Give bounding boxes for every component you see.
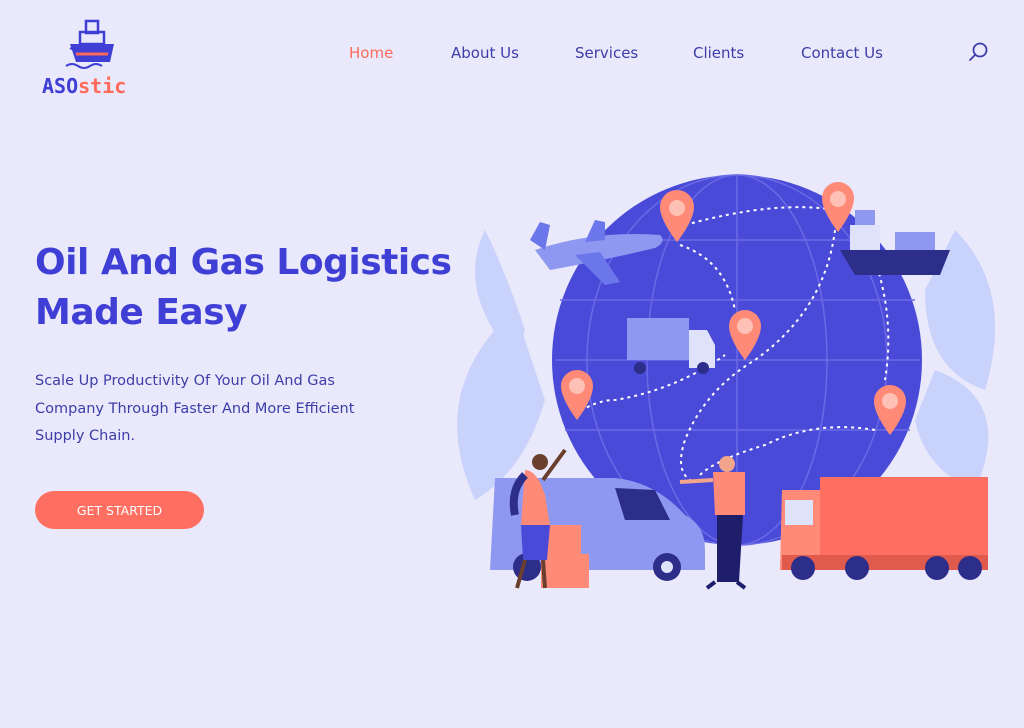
box-2 (541, 554, 589, 588)
get-started-button[interactable]: GET STARTED (35, 491, 204, 529)
logistics-illustration (457, 174, 995, 590)
nav-item-services[interactable]: Services (575, 44, 638, 62)
hero-subtitle-line3: Supply Chain. (35, 428, 136, 444)
leaf-right-low (915, 370, 989, 490)
hero-subtitle-line1: Scale Up Productivity Of Your Oil And Ga… (35, 373, 335, 389)
hero-title-line1: Oil And Gas Logistics (35, 242, 452, 283)
brand-name-part1: ASO (42, 74, 79, 98)
hero-subtitle: Scale Up Productivity Of Your Oil And Ga… (35, 368, 395, 451)
hero-title-line2: Made Easy (35, 292, 248, 333)
brand-name-part2: stic (78, 74, 127, 98)
nav-item-clients[interactable]: Clients (693, 44, 744, 62)
brand-logo[interactable]: ASOstic (40, 18, 140, 98)
hero-title: Oil And Gas Logistics Made Easy (35, 238, 475, 338)
leaf-left-back (475, 230, 525, 360)
nav-item-contact-us[interactable]: Contact Us (801, 44, 883, 62)
hero-subtitle-line2: Company Through Faster And More Efficien… (35, 400, 355, 417)
search-icon (969, 42, 988, 61)
nav-item-home[interactable]: Home (349, 44, 393, 62)
box-1 (547, 525, 581, 555)
ship-logo-icon (65, 19, 114, 69)
brand-name: ASOstic (42, 74, 126, 98)
nav-item-about-us[interactable]: About Us (451, 44, 519, 62)
search-button[interactable] (966, 40, 990, 64)
cargo-truck (780, 477, 988, 580)
cargo-ship (840, 210, 950, 275)
